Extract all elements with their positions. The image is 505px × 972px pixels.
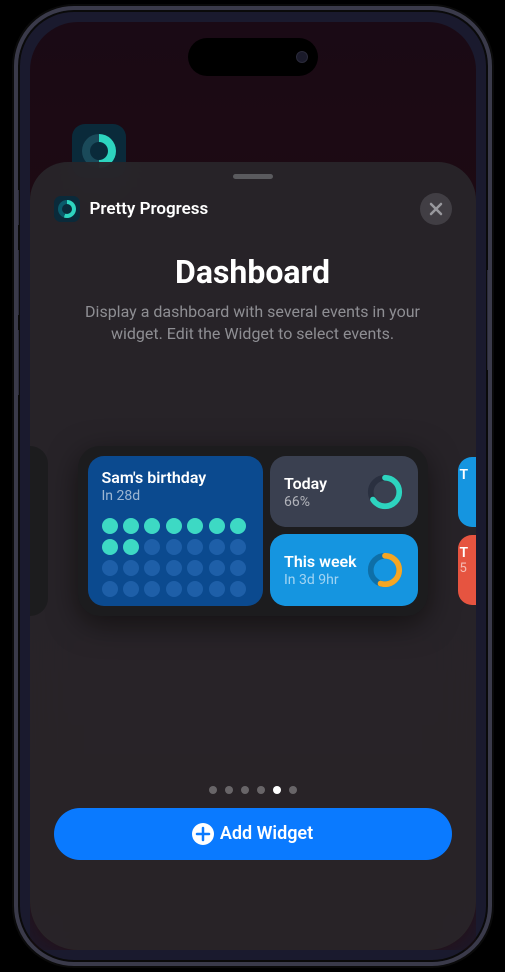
- progress-dot: [209, 581, 225, 597]
- dynamic-island: [188, 38, 318, 76]
- widget-gallery-sheet: Pretty Progress Dashboard Display a dash…: [30, 162, 476, 950]
- app-icon: [54, 196, 80, 222]
- peek-text: T: [460, 467, 469, 483]
- page-dot[interactable]: [225, 786, 233, 794]
- page-dot[interactable]: [209, 786, 217, 794]
- page-dot[interactable]: [241, 786, 249, 794]
- progress-dots: [102, 518, 247, 597]
- next-widget-peek[interactable]: T T 5: [458, 401, 476, 661]
- card-subtitle: 66%: [284, 494, 366, 510]
- peek-text: T: [460, 545, 469, 561]
- progress-dot: [123, 539, 139, 555]
- progress-dot: [102, 518, 118, 534]
- progress-dot: [209, 539, 225, 555]
- right-column: Today 66%: [270, 456, 418, 606]
- progress-dot: [166, 539, 182, 555]
- progress-dot: [166, 581, 182, 597]
- progress-dot: [102, 560, 118, 576]
- add-button-label: Add Widget: [220, 823, 313, 844]
- progress-dot: [166, 518, 182, 534]
- progress-dot: [123, 560, 139, 576]
- birthday-card: Sam's birthday In 28d: [88, 456, 264, 606]
- progress-ring: [366, 473, 404, 511]
- sheet-header: Pretty Progress: [30, 193, 476, 225]
- progress-dot: [187, 539, 203, 555]
- dashboard-widget-preview[interactable]: Sam's birthday In 28d Today 66%: [78, 446, 428, 616]
- card-subtitle: In 3d 9hr: [284, 572, 366, 588]
- prev-widget-peek[interactable]: [30, 446, 48, 616]
- page-title: Dashboard: [30, 253, 476, 291]
- page-dot[interactable]: [289, 786, 297, 794]
- progress-dot: [187, 518, 203, 534]
- side-button: [487, 270, 490, 370]
- progress-dot: [144, 539, 160, 555]
- pagination-dots[interactable]: [30, 786, 476, 794]
- page-dot[interactable]: [257, 786, 265, 794]
- phone-screen: Pretty Progress Dashboard Display a dash…: [30, 22, 476, 950]
- progress-dot: [230, 539, 246, 555]
- peek-tile: T: [458, 457, 476, 527]
- page-dot[interactable]: [273, 786, 281, 794]
- progress-dot: [144, 560, 160, 576]
- progress-ring: [366, 551, 404, 589]
- app-name: Pretty Progress: [90, 199, 420, 219]
- progress-dot: [144, 518, 160, 534]
- progress-dot: [102, 581, 118, 597]
- progress-circle-icon: [58, 200, 76, 218]
- camera-dot: [296, 51, 308, 63]
- close-button[interactable]: [420, 193, 452, 225]
- progress-dot: [123, 518, 139, 534]
- progress-dot: [123, 581, 139, 597]
- week-card: This week In 3d 9hr: [270, 534, 418, 606]
- side-button: [16, 190, 19, 225]
- side-button: [16, 250, 19, 315]
- card-title: Sam's birthday: [102, 468, 250, 487]
- add-widget-button[interactable]: Add Widget: [54, 808, 452, 860]
- progress-dot: [187, 560, 203, 576]
- progress-dot: [187, 581, 203, 597]
- progress-dot: [230, 560, 246, 576]
- side-button: [16, 330, 19, 395]
- progress-dot: [102, 539, 118, 555]
- progress-dot: [230, 581, 246, 597]
- card-title: This week: [284, 552, 366, 571]
- progress-dot: [166, 560, 182, 576]
- card-subtitle: In 28d: [102, 488, 250, 504]
- progress-dot: [230, 518, 246, 534]
- page-subtitle: Display a dashboard with several events …: [30, 301, 476, 346]
- close-icon: [429, 202, 443, 216]
- peek-tile: T 5: [458, 535, 476, 605]
- peek-sub: 5: [460, 561, 469, 576]
- progress-dot: [209, 518, 225, 534]
- phone-frame: Pretty Progress Dashboard Display a dash…: [14, 6, 492, 966]
- sheet-grabber[interactable]: [233, 174, 273, 179]
- plus-circle-icon: [192, 823, 214, 845]
- today-card: Today 66%: [270, 456, 418, 528]
- widget-carousel[interactable]: Sam's birthday In 28d Today 66%: [30, 436, 476, 626]
- progress-dot: [209, 560, 225, 576]
- progress-dot: [144, 581, 160, 597]
- card-title: Today: [284, 474, 366, 493]
